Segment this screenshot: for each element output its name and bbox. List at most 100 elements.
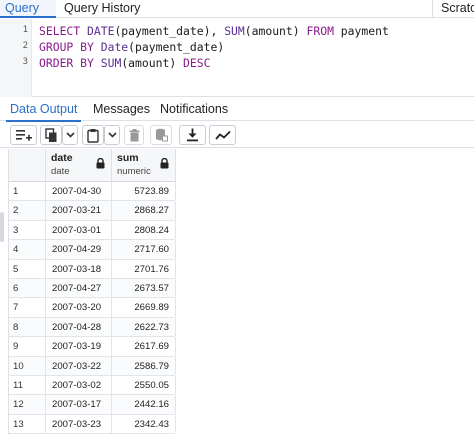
table-row[interactable]: 13 2007-03-23 2342.43 xyxy=(9,414,176,435)
table-row[interactable]: 10 2007-03-22 2586.79 xyxy=(9,356,176,376)
date-cell[interactable]: 2007-03-18 xyxy=(46,259,112,278)
date-cell[interactable]: 2007-04-29 xyxy=(46,240,112,259)
chevron-down-icon xyxy=(65,132,75,138)
lock-icon xyxy=(96,158,105,169)
row-number-cell[interactable]: 10 xyxy=(9,356,46,375)
results-grid: date date sum numeric 1 2007-04-30 5723.89… xyxy=(8,149,176,435)
table-row[interactable]: 9 2007-03-19 2617.69 xyxy=(9,337,176,357)
line-number: 2 xyxy=(22,41,28,51)
grid-header: date date sum numeric xyxy=(9,149,176,182)
sum-cell[interactable]: 2617.69 xyxy=(112,337,176,356)
table-row[interactable]: 11 2007-03-02 2550.05 xyxy=(9,375,176,396)
paste-options-dropdown[interactable] xyxy=(104,125,120,145)
copy-button[interactable] xyxy=(40,125,62,145)
date-cell[interactable]: 2007-04-28 xyxy=(46,317,112,337)
code-token: (amount) xyxy=(121,56,184,70)
sum-cell[interactable]: 2550.05 xyxy=(112,375,176,395)
sum-cell[interactable]: 2622.73 xyxy=(112,317,176,337)
graph-visualiser-button[interactable] xyxy=(209,125,236,145)
tab-query-history[interactable]: Query History xyxy=(62,0,140,18)
panel-resize-handle[interactable] xyxy=(0,212,4,242)
row-number-cell[interactable]: 4 xyxy=(9,240,46,259)
code-token: DATE xyxy=(87,24,115,38)
date-cell[interactable]: 2007-03-19 xyxy=(46,337,112,356)
data-output-toolbar xyxy=(0,122,474,148)
table-row[interactable]: 4 2007-04-29 2717.60 xyxy=(9,240,176,260)
paste-icon xyxy=(87,128,99,143)
date-cell[interactable]: 2007-03-02 xyxy=(46,375,112,395)
sql-editor[interactable]: 1 2 3 SELECT DATE(payment_date), SUM(amo… xyxy=(0,19,474,97)
code-token: (amount) xyxy=(244,24,307,38)
sum-cell[interactable]: 2342.43 xyxy=(112,414,176,434)
line-number: 1 xyxy=(22,25,28,35)
download-button[interactable] xyxy=(179,125,206,145)
add-row-button[interactable] xyxy=(10,125,37,145)
row-number-cell[interactable]: 2 xyxy=(9,201,46,220)
tab-scratch-pad[interactable]: Scratch xyxy=(432,0,474,18)
row-number-cell[interactable]: 1 xyxy=(9,182,46,201)
grid-body: 1 2007-04-30 5723.89 2 2007-03-21 2868.27 3 200… xyxy=(9,182,176,435)
date-cell[interactable]: 2007-04-30 xyxy=(46,182,112,201)
row-number-cell[interactable]: 6 xyxy=(9,278,46,298)
code-line[interactable]: SELECT DATE(payment_date), SUM(amount) F… xyxy=(39,24,389,38)
column-type: date xyxy=(51,166,70,177)
copy-icon xyxy=(44,127,56,142)
paste-button[interactable] xyxy=(82,125,104,145)
table-row[interactable]: 1 2007-04-30 5723.89 xyxy=(9,182,176,202)
column-header-date[interactable]: date date xyxy=(46,149,112,182)
delete-button[interactable] xyxy=(124,125,144,145)
row-number-cell[interactable]: 7 xyxy=(9,298,46,317)
row-number-cell[interactable]: 11 xyxy=(9,375,46,395)
date-cell[interactable]: 2007-03-01 xyxy=(46,220,112,240)
date-cell[interactable]: 2007-04-27 xyxy=(46,278,112,298)
table-row[interactable]: 3 2007-03-01 2808.24 xyxy=(9,220,176,241)
row-number-header[interactable] xyxy=(9,149,46,182)
row-number-cell[interactable]: 13 xyxy=(9,414,46,434)
delete-icon xyxy=(129,128,139,141)
date-cell[interactable]: 2007-03-20 xyxy=(46,298,112,317)
lock-icon xyxy=(160,158,169,169)
tab-notifications[interactable]: Notifications xyxy=(160,101,228,117)
sum-cell[interactable]: 2442.16 xyxy=(112,395,176,414)
date-cell[interactable]: 2007-03-17 xyxy=(46,395,112,414)
sum-cell[interactable]: 2868.27 xyxy=(112,201,176,220)
code-token: GROUP BY xyxy=(39,40,101,54)
code-line[interactable]: ORDER BY SUM(amount) DESC xyxy=(39,56,210,70)
line-number-gutter: 1 2 3 xyxy=(0,19,32,97)
sum-cell[interactable]: 2673.57 xyxy=(112,278,176,298)
row-number-cell[interactable]: 12 xyxy=(9,395,46,414)
row-number-cell[interactable]: 3 xyxy=(9,220,46,240)
table-row[interactable]: 2 2007-03-21 2868.27 xyxy=(9,201,176,221)
code-token: (payment_date) xyxy=(128,40,225,54)
sum-cell[interactable]: 5723.89 xyxy=(112,182,176,201)
row-number-cell[interactable]: 9 xyxy=(9,337,46,356)
table-row[interactable]: 6 2007-04-27 2673.57 xyxy=(9,278,176,299)
sum-cell[interactable]: 2808.24 xyxy=(112,220,176,240)
date-cell[interactable]: 2007-03-22 xyxy=(46,356,112,375)
code-line[interactable]: GROUP BY Date(payment_date) xyxy=(39,40,224,54)
code-token: DESC xyxy=(183,56,211,70)
column-name: date xyxy=(51,152,73,164)
tab-query[interactable]: Query xyxy=(0,0,56,18)
copy-options-dropdown[interactable] xyxy=(62,125,78,145)
code-token: SELECT xyxy=(39,24,88,38)
tab-messages[interactable]: Messages xyxy=(93,101,150,117)
sum-cell[interactable]: 2586.79 xyxy=(112,356,176,375)
table-row[interactable]: 5 2007-03-18 2701.76 xyxy=(9,259,176,279)
row-number-cell[interactable]: 5 xyxy=(9,259,46,278)
row-number-cell[interactable]: 8 xyxy=(9,317,46,337)
date-cell[interactable]: 2007-03-23 xyxy=(46,414,112,434)
sum-cell[interactable]: 2717.60 xyxy=(112,240,176,259)
table-row[interactable]: 12 2007-03-17 2442.16 xyxy=(9,395,176,415)
code-token: (payment_date), xyxy=(114,24,225,38)
table-row[interactable]: 7 2007-03-20 2669.89 xyxy=(9,298,176,318)
column-header-sum[interactable]: sum numeric xyxy=(112,149,176,182)
sum-cell[interactable]: 2669.89 xyxy=(112,298,176,317)
sum-cell[interactable]: 2701.76 xyxy=(112,259,176,278)
tab-data-output[interactable]: Data Output xyxy=(5,101,82,122)
date-cell[interactable]: 2007-03-21 xyxy=(46,201,112,220)
table-row[interactable]: 8 2007-04-28 2622.73 xyxy=(9,317,176,338)
column-type: numeric xyxy=(117,166,151,177)
code-token: SUM xyxy=(224,24,245,38)
save-data-button[interactable] xyxy=(150,125,172,145)
